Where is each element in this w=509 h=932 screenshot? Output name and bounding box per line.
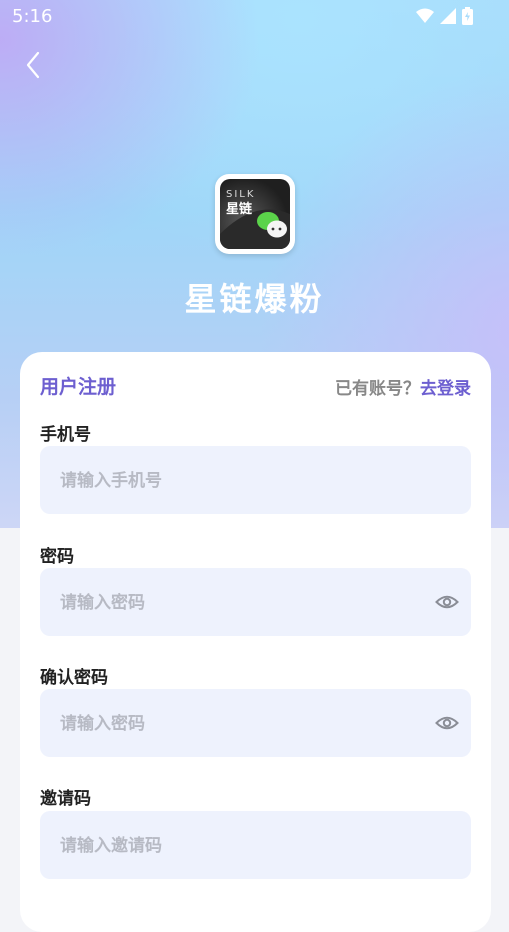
register-card: 用户注册 已有账号？去登录 手机号 密码 确认密码 邀请码	[20, 352, 491, 932]
signal-icon	[440, 8, 456, 24]
back-button[interactable]	[18, 50, 48, 80]
eye-icon[interactable]	[435, 590, 459, 614]
app-logo: SILK 星链	[215, 174, 295, 254]
phone-field[interactable]	[40, 446, 471, 516]
confirm-password-field[interactable]	[40, 689, 471, 759]
login-row: 已有账号？去登录	[335, 374, 471, 399]
status-bar: 5:16	[0, 0, 509, 34]
invite-code-field[interactable]	[40, 811, 471, 881]
status-time: 5:16	[12, 6, 53, 27]
confirm-password-label: 确认密码	[40, 668, 108, 688]
confirm-password-input[interactable]	[40, 689, 432, 759]
chevron-left-icon	[26, 51, 40, 79]
app-name: 星链爆粉	[184, 280, 325, 318]
logo-image: SILK 星链	[220, 179, 290, 249]
password-field[interactable]	[40, 568, 471, 638]
card-title: 用户注册	[40, 376, 117, 398]
login-prompt: 已有账号？	[335, 379, 420, 399]
phone-input[interactable]	[40, 446, 432, 516]
password-label: 密码	[40, 547, 74, 567]
status-icons	[416, 7, 473, 25]
wifi-icon	[416, 8, 434, 23]
eye-icon[interactable]	[435, 711, 459, 735]
svg-text:星链: 星链	[226, 201, 253, 217]
invite-code-label: 邀请码	[40, 789, 91, 809]
password-input[interactable]	[40, 568, 432, 638]
svg-text:SILK: SILK	[226, 189, 255, 200]
login-link[interactable]: 去登录	[420, 379, 471, 399]
invite-code-input[interactable]	[40, 811, 432, 881]
phone-label: 手机号	[40, 425, 91, 445]
battery-icon	[462, 7, 473, 25]
